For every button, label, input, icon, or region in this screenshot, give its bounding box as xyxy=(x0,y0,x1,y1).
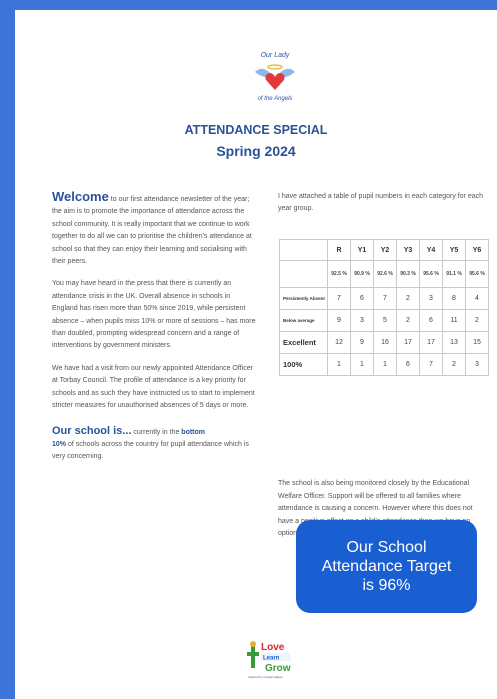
school-is-paragraph: Our school is... currently in the bottom… xyxy=(52,425,257,464)
table-cell xyxy=(279,260,328,288)
table-cell: 90.9 % xyxy=(350,260,374,288)
percent-row: 92.5 % 90.9 % 92.6 % 90.3 % 95.6 % 91.1 … xyxy=(279,260,489,288)
table-cell: 95.6 % xyxy=(465,260,489,288)
table-cell: 16 xyxy=(373,331,397,354)
love-learn-grow-logo: Love Learn Grow Inspired by Gospel value… xyxy=(247,641,291,679)
table-cell: 13 xyxy=(442,331,466,354)
school-is-text-b: of schools across the country for pupil … xyxy=(52,440,249,461)
logo-top-text: Our Lady xyxy=(260,52,290,59)
page-subtitle: Spring 2024 xyxy=(216,143,296,159)
target-line3: is 96% xyxy=(362,577,411,594)
table-cell: 17 xyxy=(419,331,443,354)
header-cell: Y4 xyxy=(419,239,443,261)
table-cell: 2 xyxy=(465,309,489,332)
school-is-bold1: bottom xyxy=(181,428,206,436)
table-cell: 11 xyxy=(442,309,466,332)
table-intro: I have attached a table of pupil numbers… xyxy=(278,193,484,213)
school-is-text-a: currently in the xyxy=(133,428,180,436)
logo-bottom-text: of the Angels xyxy=(257,96,293,102)
table-row: 100% 1 1 1 6 7 2 3 xyxy=(279,353,489,376)
table-cell: 2 xyxy=(396,287,420,310)
table-cell: 2 xyxy=(442,353,466,376)
table-cell: 92.5 % xyxy=(327,260,351,288)
footer-grow: Grow xyxy=(265,663,291,674)
table-row: Persistently Absent 7 6 7 2 3 8 4 xyxy=(279,287,489,310)
attendance-target-box: Our School Attendance Target is 96% xyxy=(296,520,477,613)
row-label: Excellent xyxy=(279,331,328,354)
welcome-text: to our first attendance newsletter of th… xyxy=(52,196,252,266)
table-cell: 12 xyxy=(327,331,351,354)
attendance-table: R Y1 Y2 Y3 Y4 Y5 Y6 92.5 % 90.9 % 92.6 %… xyxy=(279,239,489,376)
newsletter-page: Our Lady of the Angels ATTENDANCE SPECIA… xyxy=(15,10,497,699)
header-cell: Y5 xyxy=(442,239,466,261)
welcome-lead: Welcome xyxy=(52,189,109,204)
table-cell: 6 xyxy=(350,287,374,310)
table-cell: 3 xyxy=(419,287,443,310)
visit-paragraph: We have had a visit from our newly appoi… xyxy=(52,364,255,410)
table-row: Excellent 12 9 16 17 17 13 15 xyxy=(279,331,489,354)
footer-tagline: Inspired by Gospel values xyxy=(248,675,283,679)
table-cell: 1 xyxy=(350,353,374,376)
table-cell: 6 xyxy=(396,353,420,376)
table-cell: 6 xyxy=(419,309,443,332)
page-title: ATTENDANCE SPECIAL xyxy=(184,123,328,137)
table-cell: 7 xyxy=(327,287,351,310)
row-label: 100% xyxy=(279,353,328,376)
table-cell: 1 xyxy=(327,353,351,376)
header-cell xyxy=(279,239,328,261)
welcome-paragraph: Welcome to our first attendance newslett… xyxy=(52,189,257,268)
table-cell: 3 xyxy=(350,309,374,332)
target-line1: Our School xyxy=(346,539,427,556)
table-cell: 15 xyxy=(465,331,489,354)
row-label: Below average xyxy=(279,309,328,332)
header-cell: Y1 xyxy=(350,239,374,261)
table-header-row: R Y1 Y2 Y3 Y4 Y5 Y6 xyxy=(279,239,489,261)
table-cell: 3 xyxy=(465,353,489,376)
table-cell: 5 xyxy=(373,309,397,332)
table-cell: 9 xyxy=(350,331,374,354)
header-cell: Y3 xyxy=(396,239,420,261)
crisis-paragraph: You may have heard in the press that the… xyxy=(52,280,256,350)
table-cell: 4 xyxy=(465,287,489,310)
table-cell: 8 xyxy=(442,287,466,310)
header-cell: Y6 xyxy=(465,239,489,261)
table-cell: 92.6 % xyxy=(373,260,397,288)
table-cell: 9 xyxy=(327,309,351,332)
table-row: Below average 9 3 5 2 6 11 2 xyxy=(279,309,489,332)
table-cell: 2 xyxy=(396,309,420,332)
table-cell: 17 xyxy=(396,331,420,354)
left-column: Welcome to our first attendance newslett… xyxy=(52,189,257,474)
target-line2: Attendance Target xyxy=(321,558,452,575)
table-cell: 95.6 % xyxy=(419,260,443,288)
header-cell: R xyxy=(327,239,351,261)
school-is-lead: Our school is... xyxy=(52,424,132,437)
footer-love: Love xyxy=(261,642,285,653)
table-cell: 91.1 % xyxy=(442,260,466,288)
row-label: Persistently Absent xyxy=(279,287,328,310)
header-cell: Y2 xyxy=(373,239,397,261)
footer-learn: Learn xyxy=(263,656,280,662)
school-is-bold2: 10% xyxy=(52,440,67,448)
school-logo: Our Lady of the Angels xyxy=(245,50,305,110)
table-cell: 90.3 % xyxy=(396,260,420,288)
table-cell: 7 xyxy=(419,353,443,376)
table-cell: 1 xyxy=(373,353,397,376)
table-cell: 7 xyxy=(373,287,397,310)
